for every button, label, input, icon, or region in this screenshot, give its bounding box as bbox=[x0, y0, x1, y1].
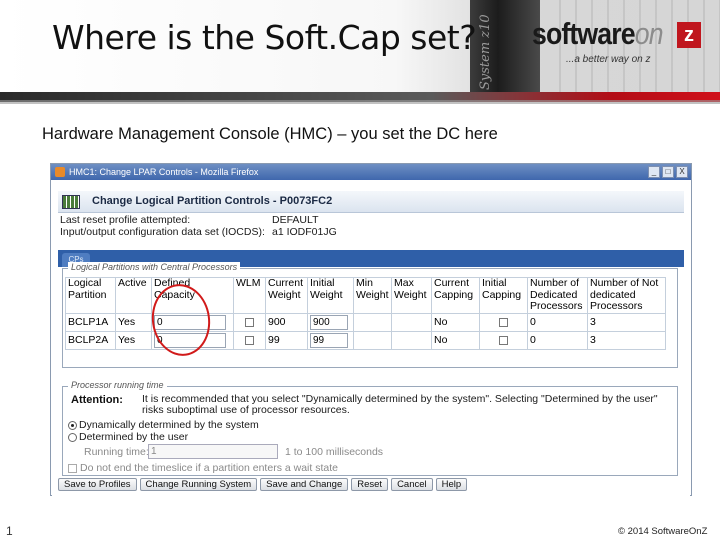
reset-button[interactable]: Reset bbox=[351, 478, 389, 491]
radio-user[interactable] bbox=[68, 432, 77, 442]
browser-window: HMC1: Change LPAR Controls - Mozilla Fir… bbox=[50, 163, 692, 496]
save-and-change-button[interactable]: Save and Change bbox=[260, 478, 349, 491]
window-controls: _ □ X bbox=[648, 166, 688, 178]
dedicated-value: 0 bbox=[527, 330, 588, 350]
partition-icon bbox=[62, 195, 80, 209]
dedicated-value: 0 bbox=[527, 312, 588, 332]
save-to-profiles-button[interactable]: Save to Profiles bbox=[58, 478, 137, 491]
radio-user-label: Determined by the user bbox=[79, 431, 189, 443]
initial-weight-cell: 99 bbox=[307, 330, 354, 350]
help-button[interactable]: Help bbox=[435, 478, 468, 491]
minimize-button[interactable]: _ bbox=[648, 166, 660, 178]
dialog-body: Change Logical Partition Controls - P007… bbox=[52, 180, 690, 496]
logo-tagline: ...a better way on z bbox=[566, 54, 651, 65]
iocds-label: Input/output configuration data set (IOC… bbox=[60, 226, 265, 238]
initial-capping-checkbox[interactable] bbox=[499, 335, 508, 345]
last-reset-value: DEFAULT bbox=[272, 214, 319, 226]
logo-z-icon: z bbox=[677, 22, 701, 48]
max-weight-value bbox=[391, 312, 432, 332]
col-wlm: WLM bbox=[233, 277, 266, 314]
last-reset-label: Last reset profile attempted: bbox=[60, 214, 191, 226]
current-weight-value: 900 bbox=[265, 312, 308, 332]
dialog-header: Change Logical Partition Controls - P007… bbox=[58, 191, 684, 213]
min-weight-value bbox=[353, 312, 392, 332]
logo-text-main: software bbox=[532, 16, 636, 51]
col-max-weight: Max Weight bbox=[391, 277, 432, 314]
machine-label: System z10 bbox=[478, 14, 493, 90]
col-current-weight: Current Weight bbox=[265, 277, 308, 314]
col-dedicated-processors: Number of Dedicated Processors bbox=[527, 277, 588, 314]
firefox-icon bbox=[55, 167, 65, 177]
initial-capping-checkbox[interactable] bbox=[499, 317, 508, 327]
partition-name: BCLP1A bbox=[65, 312, 116, 332]
not-dedicated-value: 3 bbox=[587, 312, 666, 332]
iocds-value: a1 IODF01JG bbox=[272, 226, 337, 238]
col-active: Active bbox=[115, 277, 152, 314]
radio-dynamic-row[interactable]: Dynamically determined by the system bbox=[68, 419, 259, 431]
radio-user-row[interactable]: Determined by the user bbox=[68, 431, 188, 443]
window-titlebar[interactable]: HMC1: Change LPAR Controls - Mozilla Fir… bbox=[51, 164, 691, 180]
max-weight-value bbox=[391, 330, 432, 350]
dialog-title: Change Logical Partition Controls - P007… bbox=[92, 195, 333, 207]
copyright-notice: © 2014 SoftwareOnZ bbox=[618, 526, 708, 537]
wlm-checkbox[interactable] bbox=[245, 335, 254, 345]
slide-title: Where is the Soft.Cap set? bbox=[52, 18, 477, 57]
active-value: Yes bbox=[115, 330, 152, 350]
attention-text: It is recommended that you select "Dynam… bbox=[142, 393, 658, 416]
radio-dynamic[interactable] bbox=[68, 420, 77, 430]
col-initial-weight: Initial Weight bbox=[307, 277, 354, 314]
initial-weight-input[interactable]: 900 bbox=[310, 314, 348, 330]
min-weight-value bbox=[353, 330, 392, 350]
col-min-weight: Min Weight bbox=[353, 277, 392, 314]
current-capping-value: No bbox=[431, 312, 480, 332]
action-buttons: Save to Profiles Change Running System S… bbox=[58, 478, 468, 491]
initial-weight-input[interactable]: 99 bbox=[310, 332, 348, 348]
attention-label: Attention: bbox=[71, 394, 123, 406]
wlm-cell bbox=[233, 312, 266, 332]
logo-text: softwareon bbox=[532, 16, 664, 52]
col-initial-capping: Initial Capping bbox=[479, 277, 528, 314]
running-time-legend: Processor running time bbox=[68, 380, 167, 390]
cancel-button[interactable]: Cancel bbox=[391, 478, 433, 491]
slide-subtitle: Hardware Management Console (HMC) – you … bbox=[42, 125, 498, 143]
radio-dynamic-label: Dynamically determined by the system bbox=[79, 419, 259, 431]
running-time-label: Running time: bbox=[84, 446, 149, 458]
current-capping-value: No bbox=[431, 330, 480, 350]
not-dedicated-value: 3 bbox=[587, 330, 666, 350]
maximize-button[interactable]: □ bbox=[662, 166, 674, 178]
lp-section-legend: Logical Partitions with Central Processo… bbox=[68, 262, 241, 272]
change-running-system-button[interactable]: Change Running System bbox=[139, 478, 258, 491]
wait-state-checkbox[interactable] bbox=[68, 463, 77, 473]
wlm-cell bbox=[233, 330, 266, 350]
current-weight-value: 99 bbox=[265, 330, 308, 350]
softwareonz-logo: softwareon z ...a better way on z bbox=[532, 16, 702, 68]
initial-capping-cell bbox=[479, 330, 528, 350]
initial-weight-cell: 900 bbox=[307, 312, 354, 332]
wlm-checkbox[interactable] bbox=[245, 317, 254, 327]
initial-capping-cell bbox=[479, 312, 528, 332]
partition-name: BCLP2A bbox=[65, 330, 116, 350]
col-logical-partition: Logical Partition bbox=[65, 277, 116, 314]
running-time-input[interactable]: 1 bbox=[148, 444, 278, 459]
logo-text-on: on bbox=[634, 16, 664, 51]
close-button[interactable]: X bbox=[676, 166, 688, 178]
slide-number: 1 bbox=[6, 524, 13, 538]
col-current-capping: Current Capping bbox=[431, 277, 480, 314]
wait-state-label: Do not end the timeslice if a partition … bbox=[80, 462, 338, 474]
running-time-range: 1 to 100 milliseconds bbox=[285, 446, 384, 458]
active-value: Yes bbox=[115, 312, 152, 332]
wait-state-row[interactable]: Do not end the timeslice if a partition … bbox=[68, 462, 338, 474]
header-divider-bar bbox=[0, 92, 720, 104]
window-title: HMC1: Change LPAR Controls - Mozilla Fir… bbox=[69, 167, 259, 177]
col-not-dedicated-processors: Number of Not dedicated Processors bbox=[587, 277, 666, 314]
